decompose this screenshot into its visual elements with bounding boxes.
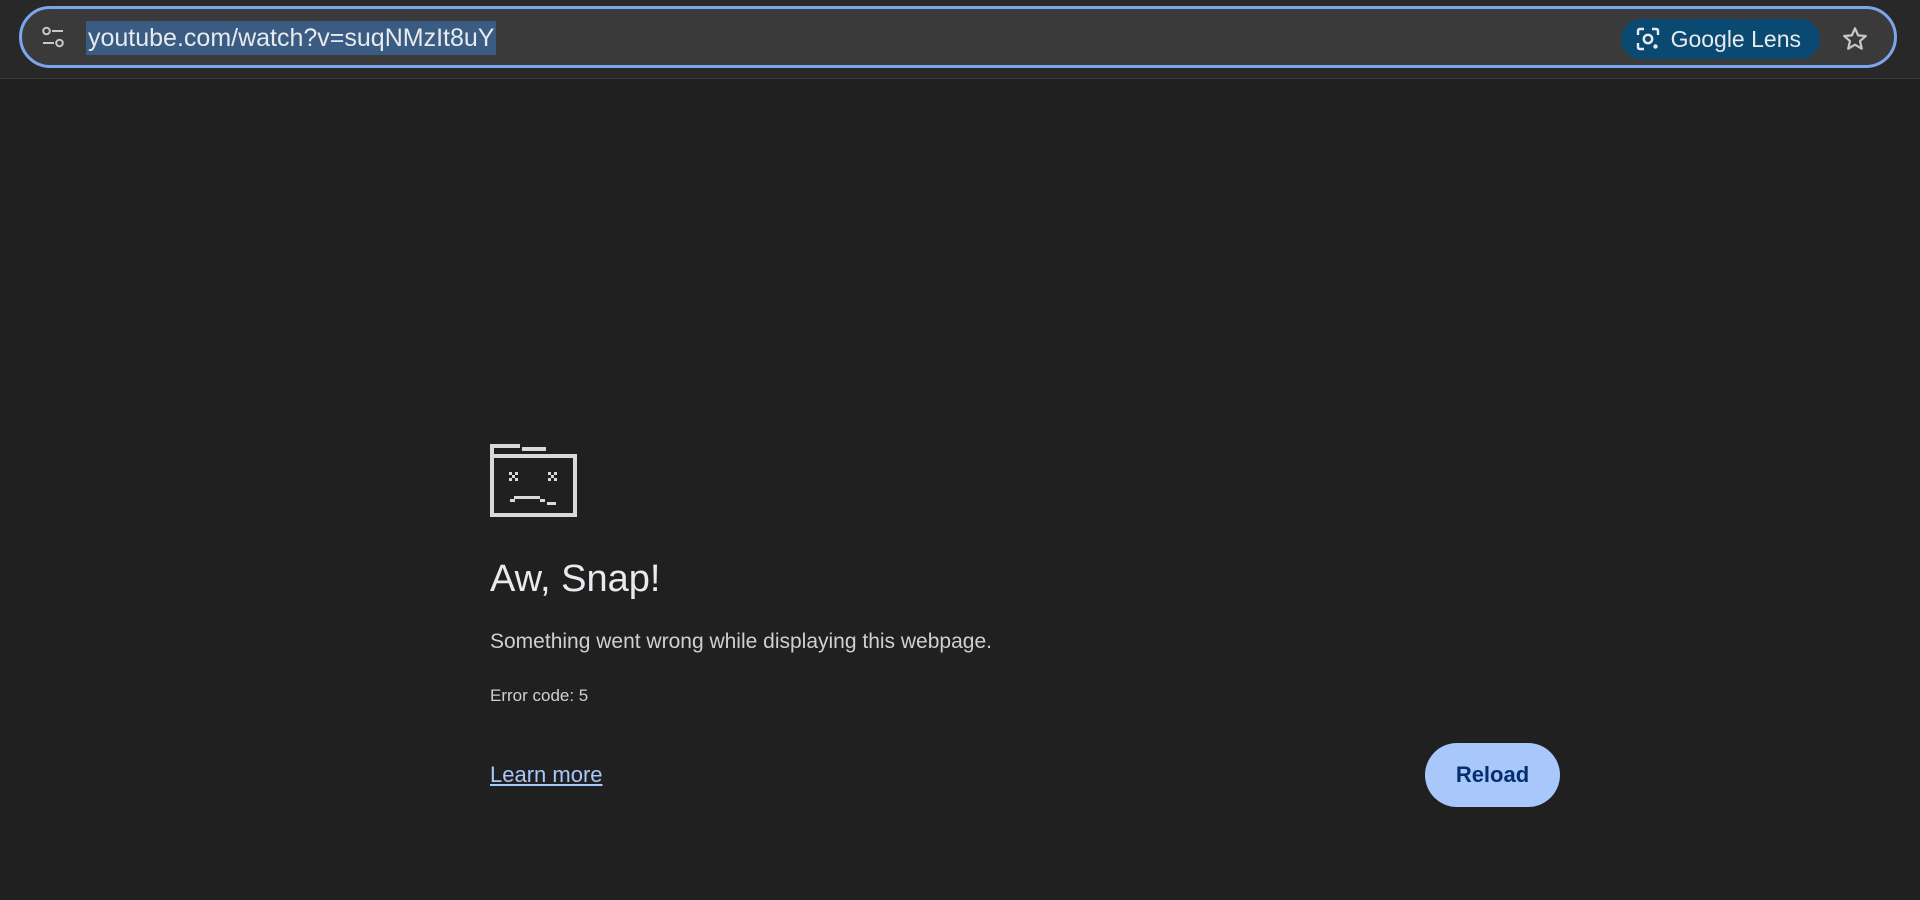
error-page: Aw, Snap! Something went wrong while dis… [490,444,1560,807]
site-info-button[interactable] [37,21,69,53]
error-message: Something went wrong while displaying th… [490,630,992,653]
error-title: Aw, Snap! [490,558,661,600]
google-lens-label: Google Lens [1670,25,1801,52]
reload-button[interactable]: Reload [1425,743,1560,807]
address-bar[interactable]: youtube.com/watch?v=suqNMzIt8uY Google L… [19,6,1897,68]
error-code: Error code: 5 [490,686,589,705]
learn-more-link[interactable]: Learn more [490,762,603,788]
bookmark-button[interactable] [1838,22,1872,56]
star-outline-icon [1843,27,1867,50]
url-text[interactable]: youtube.com/watch?v=suqNMzIt8uY [86,21,497,55]
tune-icon [42,26,64,48]
sad-tab-icon [490,444,577,517]
error-actions: Learn more Reload [490,743,1560,807]
browser-toolbar: youtube.com/watch?v=suqNMzIt8uY Google L… [0,0,1920,79]
google-lens-button[interactable]: Google Lens [1620,19,1820,59]
google-lens-icon [1635,26,1661,52]
